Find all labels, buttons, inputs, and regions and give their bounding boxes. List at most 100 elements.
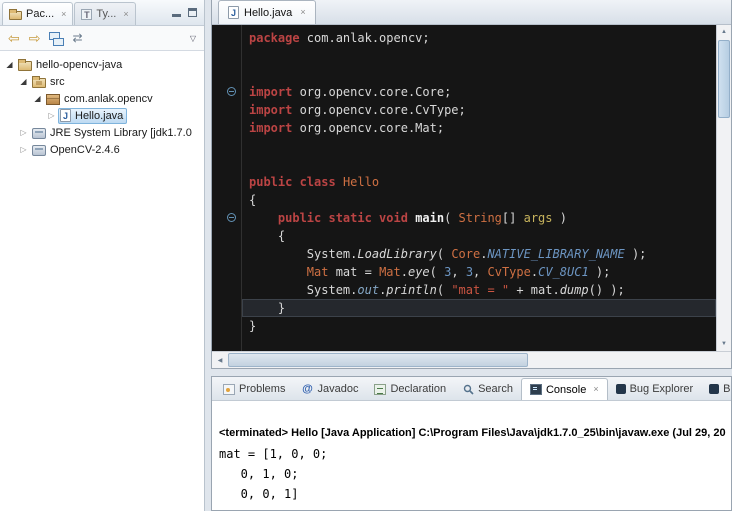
code-token: { [249,193,256,207]
close-icon[interactable]: × [123,10,128,19]
code-line-10[interactable]: { [242,191,716,209]
code-line-4[interactable]: import org.opencv.core.Core; [242,83,716,101]
link-with-editor-icon[interactable]: ⇄ [72,32,82,44]
console-view[interactable]: <terminated> Hello [Java Application] C:… [212,401,731,510]
tree-item-content[interactable]: src [30,74,69,90]
tree-item-com-anlak-opencv[interactable]: ◢com.anlak.opencv [0,90,204,107]
code-line-1[interactable]: package com.anlak.opencv; [242,29,716,47]
vertical-scroll-thumb[interactable] [718,40,730,118]
tab-declaration[interactable]: Declaration [366,378,454,400]
collapse-arrow-icon[interactable]: ◢ [31,95,44,103]
expand-arrow-icon[interactable]: ▷ [17,146,30,154]
code-token: println [386,283,437,297]
console-output-line: mat = [1, 0, 0; [219,444,731,464]
horizontal-scrollbar[interactable]: ◀ [212,351,731,368]
code-line-17[interactable]: } [242,317,716,335]
code-token: System. [249,247,357,261]
close-icon[interactable]: × [593,385,598,394]
tree-item-src[interactable]: ◢ src [0,73,204,90]
tree-item-content[interactable]: hello-opencv-java [16,57,126,73]
code-token: Hello [343,175,379,189]
code-line-12[interactable]: { [242,227,716,245]
tree-item-content[interactable]: com.anlak.opencv [44,91,157,107]
back-icon[interactable]: ⇦ [8,31,20,45]
collapse-arrow-icon[interactable]: ◢ [17,78,30,86]
tree-item-hello-java[interactable]: ▷JHello.java [0,107,204,124]
maximize-icon[interactable] [188,8,197,17]
code-line-14[interactable]: Mat mat = Mat.eye( 3, 3, CvType.CV_8UC1 … [242,263,716,281]
code-line-3[interactable] [242,65,716,83]
java-file-icon: J [228,6,239,19]
minimize-icon[interactable] [172,9,181,17]
tree-item-content[interactable]: OpenCV-2.4.6 [30,142,124,158]
tree-item-content[interactable]: JHello.java [58,108,127,124]
view-window-buttons [172,8,204,25]
tree-item-content[interactable]: JRE System Library [jdk1.7.0 [30,125,196,141]
tab-console[interactable]: Console × [521,378,608,400]
code-line-15[interactable]: System.out.println( "mat = " + mat.dump(… [242,281,716,299]
code-token: CvType [488,265,531,279]
expand-arrow-icon[interactable]: ▷ [17,129,30,137]
tab-javadoc[interactable]: @Javadoc [293,378,366,400]
code-line-13[interactable]: System.LoadLibrary( Core.NATIVE_LIBRARY_… [242,245,716,263]
tree-item-hello-opencv-java[interactable]: ◢hello-opencv-java [0,56,204,73]
code-token: ( [437,283,451,297]
console-icon [530,384,542,395]
tab-label: Console [546,384,586,396]
code-token: import [249,85,292,99]
expand-arrow-icon[interactable]: ▷ [45,112,58,120]
horizontal-scroll-thumb[interactable] [228,353,528,367]
collapse-all-icon[interactable] [49,32,63,45]
code-token: String [459,211,502,225]
vertical-scrollbar[interactable]: ▲ ▼ [716,25,731,351]
code-line-11[interactable]: public static void main( String[] args ) [242,209,716,227]
code-token [249,265,307,279]
code-token [249,211,278,225]
close-icon[interactable]: × [61,10,66,19]
code-line-8[interactable] [242,155,716,173]
close-icon[interactable]: × [300,8,305,17]
editor-tab-hello-java[interactable]: J Hello.java × [218,0,316,24]
tab-label: Search [478,383,513,395]
code-token: . [401,265,408,279]
fold-collapse-icon[interactable] [227,213,236,222]
horizontal-sash[interactable] [211,369,732,376]
tab-bug[interactable]: Bug [701,378,731,400]
collapse-arrow-icon[interactable]: ◢ [3,61,16,69]
tree-item-label: src [50,76,65,88]
tab-label: Pac... [26,8,54,20]
tab-package-explorer[interactable]: Pac... × [2,2,73,25]
code-token: org.opencv.core.Mat; [292,121,444,135]
code-line-6[interactable]: import org.opencv.core.Mat; [242,119,716,137]
code-line-2[interactable] [242,47,716,65]
tab-bug-explorer[interactable]: Bug Explorer [608,378,702,400]
code-area[interactable]: package com.anlak.opencv; import org.open… [242,25,716,351]
editor-tabbar: J Hello.java × [212,0,731,25]
code-line-16[interactable]: } [242,299,716,317]
tab-type-hierarchy[interactable]: T Ty... × [74,2,135,25]
tab-search[interactable]: Search [454,378,521,400]
scroll-up-icon[interactable]: ▲ [717,25,731,39]
tab-label: Problems [239,383,285,395]
scroll-left-icon[interactable]: ◀ [212,352,228,368]
code-token: org.opencv.core.CvType; [292,103,465,117]
package-explorer-panel: Pac... × T Ty... × ⇦ ⇨ ⇄ ▽ ◢hello-opencv… [0,0,205,511]
code-token: ( [430,265,444,279]
tree-item-jre-system-library-jdk1-7-0[interactable]: ▷JRE System Library [jdk1.7.0 [0,124,204,141]
fold-collapse-icon[interactable] [227,87,236,96]
code-token: LoadLibrary [357,247,436,261]
tab-label: Bug Explorer [630,383,694,395]
code-token: ) [553,211,567,225]
forward-icon[interactable]: ⇨ [29,31,41,45]
code-token: ); [589,265,611,279]
code-token: ( [437,247,451,261]
code-line-7[interactable] [242,137,716,155]
code-token: + mat. [509,283,560,297]
code-line-9[interactable]: public class Hello [242,173,716,191]
code-line-5[interactable]: import org.opencv.core.CvType; [242,101,716,119]
tab-problems[interactable]: Problems [215,378,293,400]
code-token: CV_8UC1 [538,265,589,279]
scroll-down-icon[interactable]: ▼ [717,337,731,351]
view-menu-icon[interactable]: ▽ [190,34,196,43]
tree-item-opencv-2-4-6[interactable]: ▷OpenCV-2.4.6 [0,141,204,158]
